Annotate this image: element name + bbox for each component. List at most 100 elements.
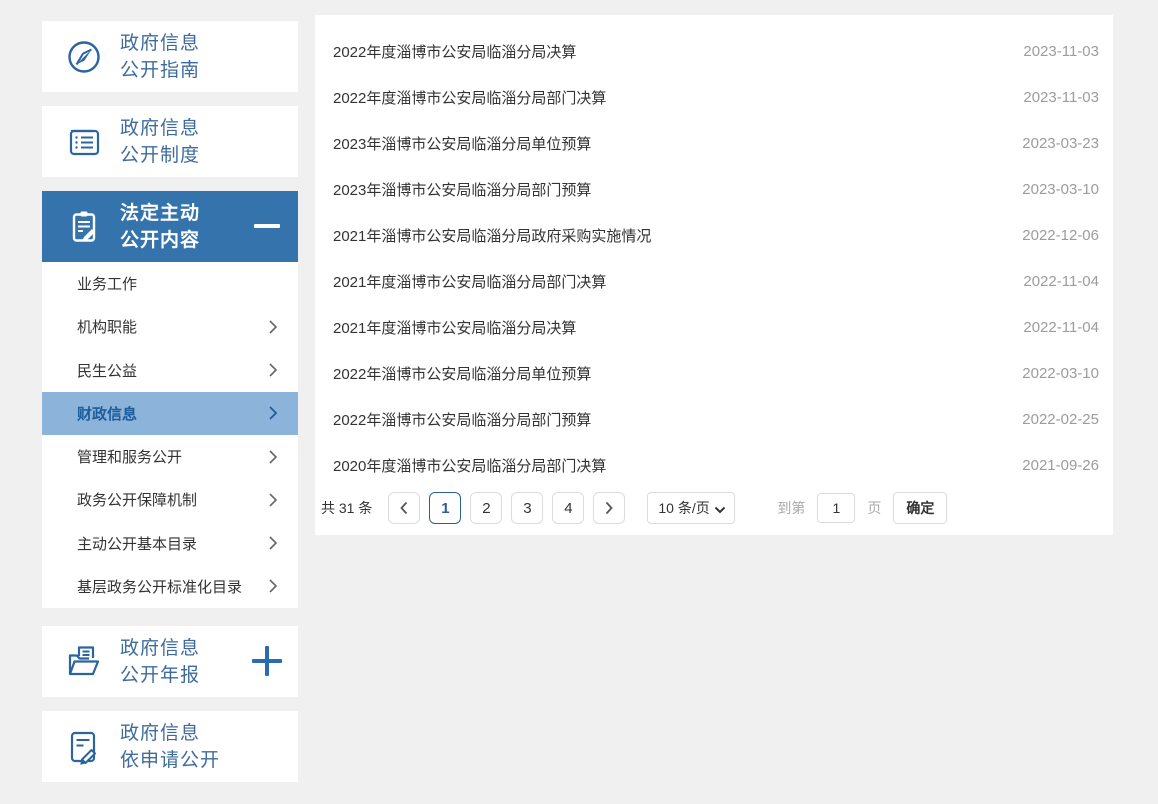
sidebar-item-label: 政府信息 公开制度 — [120, 115, 200, 169]
total-count-label: 共 31 条 — [321, 500, 373, 516]
list-item[interactable]: 2021年度淄博市公安局临淄分局决算 2022-11-04 — [315, 304, 1113, 350]
list-item-date: 2022-02-25 — [1022, 410, 1099, 428]
list-item[interactable]: 2022年淄博市公安局临淄分局部门预算 2022-02-25 — [315, 396, 1113, 442]
list-item[interactable]: 2022年淄博市公安局临淄分局单位预算 2022-03-10 — [315, 350, 1113, 396]
list-item-date: 2023-11-03 — [1023, 42, 1099, 60]
submenu-item-finance[interactable]: 财政信息 — [42, 391, 298, 435]
list-item-date: 2022-11-04 — [1023, 272, 1099, 290]
submenu-label: 财政信息 — [77, 405, 138, 423]
list-item[interactable]: 2021年淄博市公安局临淄分局政府采购实施情况 2022-12-06 — [315, 212, 1113, 258]
list-item[interactable]: 2022年度淄博市公安局临淄分局决算 2023-11-03 — [315, 28, 1113, 74]
page-size-value: 10 条/页 — [658, 500, 710, 516]
submenu-label: 业务工作 — [77, 276, 138, 294]
submenu-label: 基层政务公开标准化目录 — [77, 578, 243, 596]
chevron-right-icon — [268, 492, 278, 508]
sidebar-item-guide[interactable]: 政府信息 公开指南 — [42, 21, 298, 92]
page-button-4[interactable]: 4 — [552, 492, 585, 524]
submenu-item-basic-catalog[interactable]: 主动公开基本目录 — [42, 522, 298, 565]
list-item-title[interactable]: 2021年度淄博市公安局临淄分局决算 — [333, 317, 576, 338]
submenu-item-standardized-catalog[interactable]: 基层政务公开标准化目录 — [42, 565, 298, 608]
goto-suffix-label: 页 — [867, 500, 882, 516]
page-button-2[interactable]: 2 — [470, 492, 503, 524]
list-item[interactable]: 2020年度淄博市公安局临淄分局部门决算 2021-09-26 — [315, 442, 1113, 488]
next-page-button[interactable] — [593, 492, 626, 524]
goto-page-group: 到第 页 确定 — [777, 492, 948, 524]
sidebar-item-label: 政府信息 公开年报 — [120, 635, 200, 689]
chevron-down-icon — [715, 506, 726, 514]
expand-icon[interactable] — [252, 646, 282, 676]
submenu-label: 主动公开基本目录 — [77, 535, 198, 553]
sidebar-item-label: 政府信息 公开指南 — [120, 30, 200, 84]
confirm-button[interactable]: 确定 — [893, 492, 948, 524]
list-item[interactable]: 2023年淄博市公安局临淄分局部门预算 2023-03-10 — [315, 166, 1113, 212]
label-line2: 公开内容 — [120, 229, 201, 251]
document-list-panel: 2022年度淄博市公安局临淄分局决算 2023-11-03 2022年度淄博市公… — [315, 15, 1113, 535]
list-item-date: 2023-11-03 — [1023, 88, 1099, 106]
chevron-right-icon — [268, 362, 278, 378]
submenu-label: 管理和服务公开 — [77, 449, 183, 467]
page-button-1[interactable]: 1 — [429, 492, 462, 524]
submenu-item-guarantee-mechanism[interactable]: 政务公开保障机制 — [42, 478, 298, 521]
chevron-right-icon — [268, 449, 278, 465]
submenu-item-business[interactable]: 业务工作 — [42, 262, 298, 305]
submenu-item-functions[interactable]: 机构职能 — [42, 305, 298, 348]
goto-page-input[interactable] — [817, 493, 856, 523]
list-item[interactable]: 2021年度淄博市公安局临淄分局部门决算 2022-11-04 — [315, 258, 1113, 304]
list-item-title[interactable]: 2022年度淄博市公安局临淄分局部门决算 — [333, 87, 606, 108]
sidebar-item-statutory[interactable]: 法定主动 公开内容 — [42, 191, 298, 262]
list-item-title[interactable]: 2021年度淄博市公安局临淄分局部门决算 — [333, 271, 606, 292]
sidebar-item-label: 政府信息 依申请公开 — [120, 720, 220, 774]
list-item-date: 2023-03-10 — [1022, 180, 1099, 198]
goto-prefix-label: 到第 — [777, 500, 806, 516]
submenu-label: 民生公益 — [77, 362, 138, 380]
page-button-3[interactable]: 3 — [511, 492, 544, 524]
chevron-right-icon — [268, 319, 278, 335]
document-pencil-icon — [62, 725, 106, 769]
submenu: 业务工作 机构职能 民生公益 财政信息 管理和服务公开 政务公开保障机制 主动公… — [42, 262, 298, 608]
list-item-title[interactable]: 2021年淄博市公安局临淄分局政府采购实施情况 — [333, 225, 651, 246]
list-item[interactable]: 2023年淄博市公安局临淄分局单位预算 2023-03-23 — [315, 120, 1113, 166]
list-item-title[interactable]: 2023年淄博市公安局临淄分局单位预算 — [333, 133, 591, 154]
chevron-right-icon — [268, 535, 278, 551]
label-line2: 依申请公开 — [120, 749, 221, 771]
collapse-icon[interactable] — [254, 224, 280, 228]
submenu-label: 政务公开保障机制 — [77, 492, 198, 510]
list-item-date: 2022-12-06 — [1022, 226, 1099, 244]
label-line1: 政府信息 — [120, 117, 201, 139]
sidebar: 政府信息 公开指南 政府信息 公开制度 法定主动 公开内容 业务工作 机构职能 … — [42, 21, 298, 796]
label-line1: 法定主动 — [120, 202, 201, 224]
list-item-title[interactable]: 2023年淄博市公安局临淄分局部门预算 — [333, 179, 591, 200]
label-line1: 政府信息 — [120, 722, 201, 744]
label-line1: 政府信息 — [120, 637, 201, 659]
submenu-label: 机构职能 — [77, 319, 138, 337]
label-line1: 政府信息 — [120, 32, 201, 54]
sidebar-item-annual-report[interactable]: 政府信息 公开年报 — [42, 626, 298, 697]
page: 政府信息 公开指南 政府信息 公开制度 法定主动 公开内容 业务工作 机构职能 … — [0, 0, 1158, 804]
list-item-title[interactable]: 2022年淄博市公安局临淄分局部门预算 — [333, 409, 591, 430]
list-item-title[interactable]: 2020年度淄博市公安局临淄分局部门决算 — [333, 455, 606, 476]
label-line2: 公开年报 — [120, 664, 201, 686]
clipboard-pencil-icon — [62, 205, 106, 249]
list-item-date: 2022-11-04 — [1023, 318, 1099, 336]
folder-document-icon — [62, 640, 106, 684]
sidebar-item-system[interactable]: 政府信息 公开制度 — [42, 106, 298, 177]
label-line2: 公开指南 — [120, 59, 201, 81]
list-item-title[interactable]: 2022年淄博市公安局临淄分局单位预算 — [333, 363, 591, 384]
chevron-right-icon — [268, 405, 278, 421]
sidebar-item-request-disclosure[interactable]: 政府信息 依申请公开 — [42, 711, 298, 782]
label-line2: 公开制度 — [120, 144, 201, 166]
prev-page-button[interactable] — [388, 492, 421, 524]
sidebar-item-label: 法定主动 公开内容 — [120, 200, 200, 254]
list-item-title[interactable]: 2022年度淄博市公安局临淄分局决算 — [333, 41, 576, 62]
pagination: 共 31 条 1 2 3 4 10 条/页 到第 页 确定 — [321, 491, 1099, 525]
list-item-date: 2023-03-23 — [1022, 134, 1099, 152]
ledger-icon — [62, 120, 106, 164]
chevron-right-icon — [268, 578, 278, 594]
page-size-select[interactable]: 10 条/页 — [647, 492, 736, 524]
submenu-item-management-service[interactable]: 管理和服务公开 — [42, 435, 298, 478]
submenu-item-public-welfare[interactable]: 民生公益 — [42, 349, 298, 392]
list-item[interactable]: 2022年度淄博市公安局临淄分局部门决算 2023-11-03 — [315, 74, 1113, 120]
list-item-date: 2022-03-10 — [1022, 364, 1099, 382]
list-item-date: 2021-09-26 — [1022, 456, 1099, 474]
compass-icon — [62, 35, 106, 79]
